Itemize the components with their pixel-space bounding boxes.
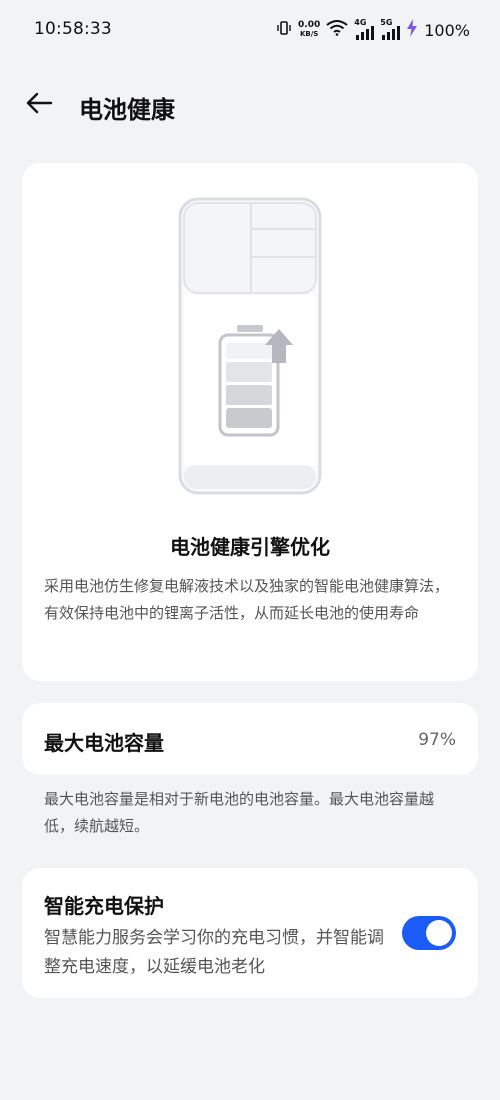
status-icons: 0.00 KB/S 4G 5G 100% — [276, 18, 470, 42]
smart-charge-title: 智能充电保护 — [44, 894, 164, 918]
battery-engine-card: 电池健康引擎优化 采用电池仿生修复电解液技术以及独家的智能电池健康算法，有效保持… — [22, 163, 478, 681]
max-capacity-note: 最大电池容量是相对于新电池的电池容量。最大电池容量越低，续航越短。 — [44, 790, 435, 835]
back-arrow-icon — [25, 91, 53, 119]
network-speed: 0.00 KB/S — [298, 21, 320, 39]
status-bar: 10:58:33 0.00 KB/S 4G 5G 100% — [0, 0, 500, 60]
sim2-generation: 5G — [380, 18, 393, 27]
smart-charge-toggle[interactable] — [402, 916, 456, 950]
sim1-generation: 4G — [354, 18, 367, 27]
hero-title: 电池健康引擎优化 — [170, 535, 330, 559]
network-speed-value: 0.00 — [298, 20, 321, 30]
phone-battery-illustration — [178, 197, 322, 501]
page-title: 电池健康 — [79, 96, 175, 124]
battery-percent: 100% — [424, 20, 470, 40]
smart-charge-card: 智能充电保护 智慧能力服务会学习你的充电习惯，并智能调整充电速度，以延缓电池老化 — [22, 868, 478, 998]
sim2-signal: 5G — [380, 18, 401, 40]
toggle-knob — [426, 920, 452, 946]
max-capacity-label: 最大电池容量 — [44, 731, 164, 755]
vibrate-icon — [276, 20, 292, 40]
back-button[interactable] — [22, 88, 56, 122]
max-capacity-value: 97% — [418, 730, 456, 750]
charging-bolt-icon — [406, 19, 418, 41]
max-capacity-row[interactable]: 最大电池容量 97% — [22, 703, 478, 775]
wifi-icon — [326, 20, 348, 40]
sim1-signal: 4G — [354, 18, 375, 40]
smart-charge-description: 智慧能力服务会学习你的充电习惯，并智能调整充电速度，以延缓电池老化 — [44, 928, 384, 977]
network-speed-unit: KB/S — [299, 30, 319, 38]
hero-description: 采用电池仿生修复电解液技术以及独家的智能电池健康算法，有效保持电池中的锂离子活性… — [44, 577, 450, 622]
status-time: 10:58:33 — [34, 19, 112, 39]
